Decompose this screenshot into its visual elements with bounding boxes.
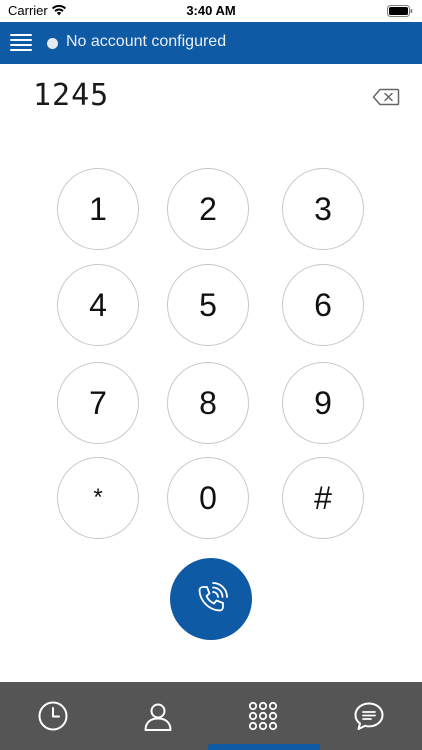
keypad-key-6[interactable]: 6	[282, 264, 364, 346]
account-status-label: No account configured	[66, 33, 227, 50]
phone-call-icon	[198, 582, 228, 612]
battery-icon	[387, 5, 413, 17]
keypad-key-hash[interactable]: #	[282, 457, 364, 539]
keypad-key-1[interactable]: 1	[57, 168, 139, 250]
keypad-key-7[interactable]: 7	[57, 362, 139, 444]
keypad-key-8[interactable]: 8	[167, 362, 249, 444]
keypad-key-4[interactable]: 4	[57, 264, 139, 346]
person-icon	[144, 703, 171, 731]
keypad-key-9[interactable]: 9	[282, 362, 364, 444]
tab-messages[interactable]	[316, 682, 421, 750]
status-time: 3:40 AM	[186, 3, 236, 18]
hamburger-menu-icon[interactable]	[10, 31, 32, 53]
keypad-key-5[interactable]: 5	[167, 264, 249, 346]
keypad-grid-icon	[248, 701, 277, 731]
account-status-dot	[47, 38, 58, 49]
chat-bubble-icon	[354, 702, 383, 730]
dialed-number-display: 1245	[33, 78, 110, 113]
keypad-key-star[interactable]: *	[57, 457, 139, 539]
keypad-key-3[interactable]: 3	[282, 168, 364, 250]
app-header: No account configured	[0, 22, 422, 64]
tab-contacts[interactable]	[105, 682, 210, 750]
keypad-key-0[interactable]: 0	[167, 457, 249, 539]
keypad-key-2[interactable]: 2	[167, 168, 249, 250]
backspace-icon[interactable]	[372, 88, 400, 106]
call-button[interactable]	[170, 558, 252, 640]
tab-recents[interactable]	[0, 682, 105, 750]
clock-icon	[38, 701, 67, 731]
active-tab-indicator	[208, 744, 320, 750]
status-bar: Carrier 3:40 AM	[0, 0, 422, 22]
tab-bar	[0, 682, 422, 750]
tab-keypad[interactable]	[210, 682, 315, 750]
